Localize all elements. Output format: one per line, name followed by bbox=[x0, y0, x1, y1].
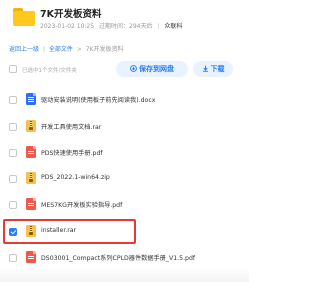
bottom-fade bbox=[0, 268, 249, 282]
file-checkbox[interactable] bbox=[9, 96, 17, 104]
download-button[interactable]: 下载 bbox=[193, 61, 233, 77]
selection-status: 已选中1个文件/文件夹 bbox=[22, 68, 77, 74]
download-button-label: 下载 bbox=[210, 65, 225, 73]
file-checkbox[interactable] bbox=[9, 123, 17, 131]
share-date: 2023-01-02 10:25 bbox=[40, 23, 95, 30]
share-meta: 2023-01-02 10:25 过期时间：294天后 | 众联科 bbox=[40, 21, 185, 30]
all-files-link[interactable]: 全部文件 bbox=[49, 46, 73, 53]
breadcrumb-arrow: > bbox=[76, 46, 82, 53]
share-header: 7K开发板资料 2023-01-02 10:25 过期时间：294天后 | 众联… bbox=[0, 0, 249, 40]
owner-name[interactable]: 众联科 bbox=[164, 23, 182, 30]
archive-file-icon bbox=[26, 172, 36, 184]
file-row[interactable]: 开发工具使用文档.rar bbox=[0, 114, 249, 140]
archive-file-icon bbox=[26, 120, 36, 132]
selection-highlight-box bbox=[3, 219, 136, 244]
pdf-file-icon bbox=[26, 146, 36, 158]
file-checkbox[interactable] bbox=[9, 149, 17, 157]
select-all-checkbox[interactable] bbox=[9, 65, 17, 73]
file-name[interactable]: DS03001_Compact系列CPLD器件数据手册_V1.5.pdf bbox=[41, 253, 195, 262]
file-name[interactable]: PDS快速使用手册.pdf bbox=[41, 148, 103, 157]
file-row[interactable]: MES7KG开发板实验指导.pdf bbox=[0, 192, 249, 218]
toolbar: 已选中1个文件/文件夹 保存到网盘 下载 bbox=[0, 58, 249, 80]
folder-icon bbox=[13, 8, 35, 26]
file-checkbox[interactable] bbox=[9, 201, 17, 209]
file-name[interactable]: 驱动安装说明(使用板子前先阅读我).docx bbox=[41, 95, 155, 104]
docx-file-icon bbox=[26, 93, 36, 105]
file-name[interactable]: 开发工具使用文档.rar bbox=[41, 122, 101, 131]
file-row[interactable]: 驱动安装说明(使用板子前先阅读我).docx bbox=[0, 87, 249, 113]
save-icon bbox=[130, 65, 137, 72]
share-title: 7K开发板资料 bbox=[40, 9, 102, 20]
download-icon bbox=[202, 65, 208, 72]
save-button-label: 保存到网盘 bbox=[139, 65, 174, 73]
breadcrumb: 返回上一级 | 全部文件 > 7K开发板资料 bbox=[9, 44, 124, 53]
file-checkbox[interactable] bbox=[9, 254, 17, 262]
pdf-file-icon bbox=[26, 198, 36, 210]
save-to-drive-button[interactable]: 保存到网盘 bbox=[116, 61, 188, 77]
breadcrumb-separator: | bbox=[42, 46, 45, 53]
file-name[interactable]: MES7KG开发板实验指导.pdf bbox=[41, 200, 122, 209]
file-row[interactable]: PDS_2022.1-win64.zip bbox=[0, 166, 249, 192]
file-row[interactable]: PDS快速使用手册.pdf bbox=[0, 140, 249, 166]
meta-separator: | bbox=[157, 23, 160, 30]
current-folder: 7K开发板资料 bbox=[85, 46, 124, 53]
file-name[interactable]: PDS_2022.1-win64.zip bbox=[41, 174, 110, 181]
file-checkbox[interactable] bbox=[9, 175, 17, 183]
pdf-file-icon bbox=[26, 251, 36, 263]
expiry-text: 过期时间：294天后 bbox=[99, 23, 153, 30]
back-link[interactable]: 返回上一级 bbox=[9, 46, 39, 53]
